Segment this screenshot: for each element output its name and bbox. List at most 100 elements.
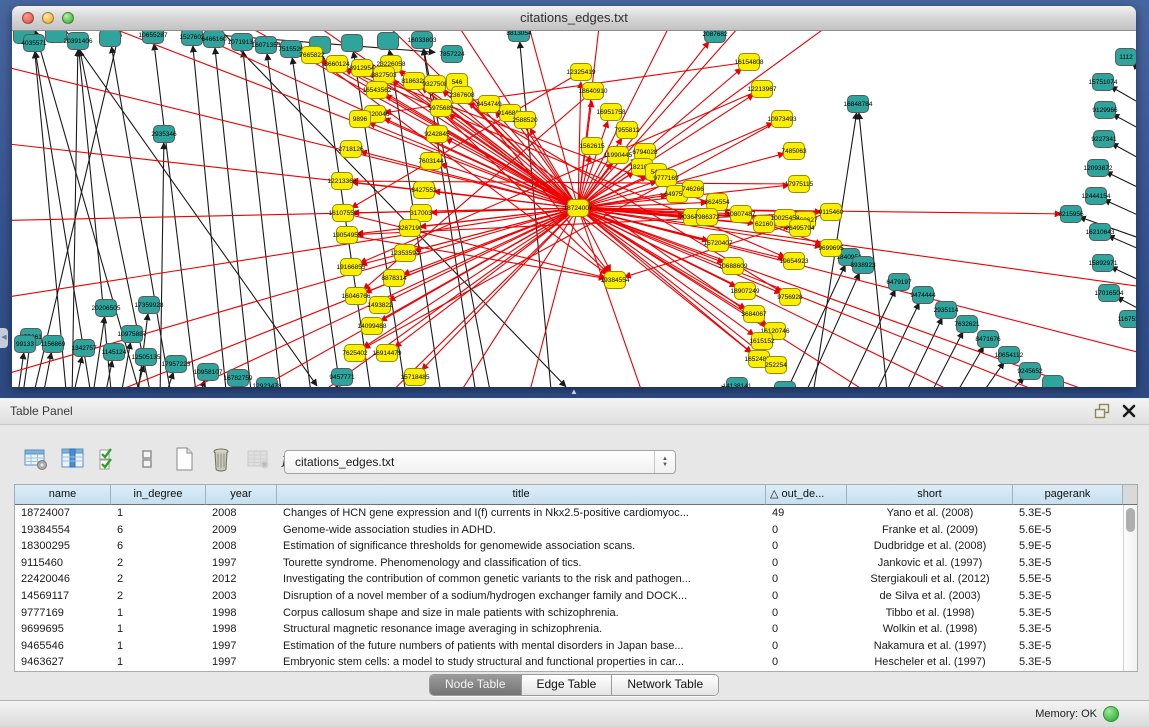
- table-cell: de Silva et al. (2003): [847, 588, 1013, 605]
- table-row[interactable]: 2242004622012Investigating the contribut…: [15, 571, 1123, 588]
- graph-node-label: 16543562: [363, 87, 392, 94]
- table-cell: 5.3E-5: [1013, 621, 1123, 638]
- table-row[interactable]: 1456911722003Disruption of a novel membe…: [15, 588, 1123, 605]
- table-selector-value: citations_edges.txt: [285, 455, 654, 469]
- tab-node-table[interactable]: Node Table: [430, 675, 522, 695]
- window-title: citations_edges.txt: [12, 10, 1136, 25]
- column-visibility-icon[interactable]: [59, 444, 87, 474]
- tab-edge-table[interactable]: Edge Table: [522, 675, 613, 695]
- table-row[interactable]: 1830029562008Estimation of significance …: [15, 538, 1123, 555]
- graph-node-label: 7665822: [299, 52, 325, 59]
- panel-collapse-arrow[interactable]: ◀: [0, 328, 8, 348]
- close-panel-icon[interactable]: [1121, 402, 1137, 419]
- column-header-short[interactable]: short: [847, 485, 1013, 505]
- graph-node-label: 18640910: [579, 88, 608, 95]
- float-panel-icon[interactable]: [1094, 403, 1111, 419]
- graph-node-label: 12353594: [391, 250, 420, 257]
- table-cell: Nakamura et al. (1997): [847, 638, 1013, 655]
- row-height-icon[interactable]: [133, 444, 161, 474]
- graph-node-label: 8471676: [975, 336, 1001, 343]
- graph-node[interactable]: [342, 35, 363, 52]
- graph-node-label: 12923478: [253, 383, 282, 387]
- graph-node-label: 7857224: [439, 51, 465, 58]
- table-cell: Hescheler et al. (1997): [847, 654, 1013, 671]
- graph-node-label: 16951758: [597, 109, 626, 116]
- graph-node-label: 3827503: [371, 72, 397, 79]
- table-cell: 19384554: [15, 522, 111, 539]
- tab-network-table[interactable]: Network Table: [612, 675, 718, 695]
- network-window-titlebar[interactable]: citations_edges.txt: [12, 6, 1136, 31]
- table-row[interactable]: 946362711997Embryonic stem cells: a mode…: [15, 654, 1123, 671]
- table-cell: 0: [766, 555, 847, 572]
- column-header-name[interactable]: name: [15, 485, 111, 505]
- table-scrollbar[interactable]: [1123, 505, 1137, 671]
- network-graph[interactable]: 4035571203914061065528715276026466160107…: [12, 31, 1136, 387]
- column-header-in-degree[interactable]: in_degree: [111, 485, 206, 505]
- table-cell: 1: [111, 621, 206, 638]
- graph-node-label: 15751074: [1089, 79, 1118, 86]
- table-row[interactable]: 1872400712008Changes of HCN gene express…: [15, 505, 1123, 522]
- table-cell: 1: [111, 605, 206, 622]
- graph-node-label: 9242845: [424, 131, 450, 138]
- graph-node-label: 1145124: [102, 349, 127, 356]
- scrollbar-thumb[interactable]: [1126, 508, 1135, 532]
- graph-node-label: 19384554: [601, 277, 630, 284]
- table-settings-icon[interactable]: [22, 444, 50, 474]
- graph-node[interactable]: [100, 31, 121, 47]
- column-header-title[interactable]: title: [277, 485, 766, 505]
- graph-node-label: 9457771: [329, 374, 355, 381]
- graph-node-label: 8427552: [411, 187, 437, 194]
- table-row[interactable]: 1938455462009Genome-wide association stu…: [15, 522, 1123, 539]
- table-cell: 6: [111, 522, 206, 539]
- table-row[interactable]: 977716911998Corpus callosum shape and si…: [15, 605, 1123, 622]
- graph-node-label: 20391406: [64, 38, 93, 45]
- graph-node-label: 1493822: [367, 302, 393, 309]
- table-cell: 0: [766, 605, 847, 622]
- table-row[interactable]: 946554611997Estimation of the future num…: [15, 638, 1123, 655]
- table-cell: 2: [111, 555, 206, 572]
- table-cell: 2008: [206, 505, 277, 522]
- table-row[interactable]: 911546021997Tourette syndrome. Phenomeno…: [15, 555, 1123, 572]
- graph-node-label: 1156869: [41, 341, 66, 348]
- graph-node-label: 10807487: [727, 211, 756, 218]
- graph-node-label: 1615152: [749, 338, 775, 345]
- table-selector-dropdown[interactable]: citations_edges.txt ▲▼: [284, 450, 676, 474]
- column-header-year[interactable]: year: [206, 485, 277, 505]
- table-cell: Stergiakouli et al. (2012): [847, 571, 1013, 588]
- graph-node-label: 2935114: [934, 307, 959, 314]
- delete-column-icon[interactable]: [207, 444, 235, 474]
- select-rows-icon[interactable]: [96, 444, 124, 474]
- table-cell: Wolkin et al. (1998): [847, 621, 1013, 638]
- column-header-out-de-[interactable]: △ out_de...: [766, 485, 847, 505]
- table-cell: 0: [766, 654, 847, 671]
- table-cell: Embryonic stem cells: a model to study s…: [277, 654, 766, 671]
- table-cell: 9777169: [15, 605, 111, 622]
- graph-node-label: 16033803: [408, 37, 437, 44]
- table-cell: 2: [111, 588, 206, 605]
- table-cell: 0: [766, 522, 847, 539]
- table-row[interactable]: 969969511998Structural magnetic resonanc…: [15, 621, 1123, 638]
- table-body: 1872400712008Changes of HCN gene express…: [15, 505, 1123, 671]
- graph-node-label: 6794028: [632, 149, 658, 156]
- table-cell: Disruption of a novel member of a sodium…: [277, 588, 766, 605]
- graph-node-label: 2935346: [151, 131, 177, 138]
- new-column-icon[interactable]: [170, 444, 198, 474]
- node-table: namein_degreeyeartitle△ out_de...shortpa…: [14, 484, 1138, 672]
- column-header-pagerank[interactable]: pagerank: [1013, 485, 1123, 505]
- graph-node[interactable]: [1043, 376, 1064, 388]
- network-canvas[interactable]: 4035571203914061065528715276026466160107…: [12, 31, 1136, 387]
- graph-node-label: 12325419: [567, 69, 596, 76]
- table-cell: 2008: [206, 538, 277, 555]
- graph-node-label: 17957223: [162, 361, 191, 368]
- graph-node-label: 10958107: [194, 369, 223, 376]
- graph-node-label: 9327508: [422, 81, 448, 88]
- graph-node-label: 7625402: [342, 350, 368, 357]
- table-cell: Changes of HCN gene expression and I(f) …: [277, 505, 766, 522]
- graph-node-label: 17975115: [785, 181, 814, 188]
- graph-node[interactable]: [378, 33, 399, 50]
- graph-node-label: 2588520: [512, 117, 538, 124]
- graph-node-label: 16107552: [329, 210, 358, 217]
- table-cell: 9463627: [15, 654, 111, 671]
- graph-node-label: 8215956: [1058, 211, 1084, 218]
- table-cell: 1998: [206, 605, 277, 622]
